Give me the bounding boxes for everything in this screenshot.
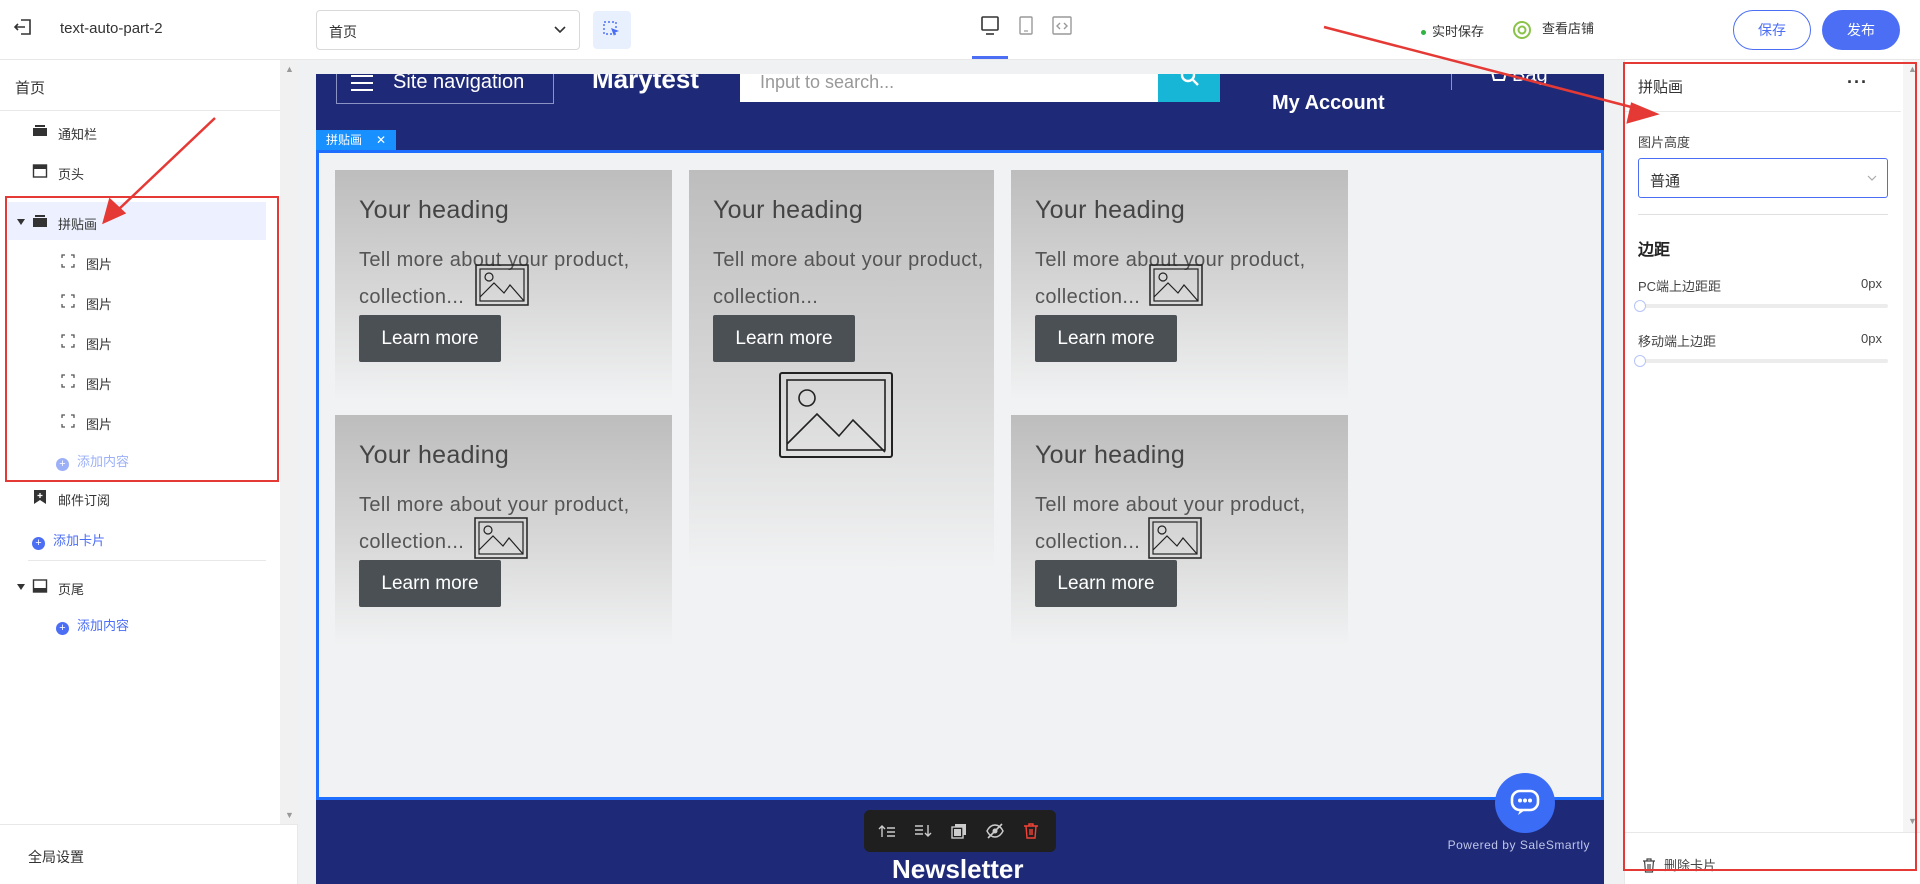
card-heading: Your heading [713, 196, 864, 224]
caret-down-icon [17, 584, 25, 590]
chat-icon [1510, 789, 1540, 815]
tree-item-footer[interactable]: 页尾 [0, 567, 266, 605]
cart-icon [1491, 74, 1507, 81]
tree-item-label: 通知栏 [58, 127, 98, 142]
tablet-view-icon[interactable] [1014, 14, 1038, 38]
autosave-label: 实时保存 [1432, 24, 1485, 39]
active-device-indicator [972, 56, 1008, 59]
image-placeholder-icon [1148, 517, 1202, 559]
search-placeholder: Input to search... [760, 74, 895, 92]
learn-more-button[interactable]: Learn more [713, 315, 855, 362]
card-heading: Your heading [359, 441, 510, 469]
tree-item-newsletter[interactable]: 邮件订阅 [0, 478, 266, 516]
learn-more-button[interactable]: Learn more [1035, 560, 1177, 607]
annotation-highlight-box [1623, 62, 1917, 871]
image-placeholder-icon [474, 517, 528, 559]
add-content-label: 添加内容 [77, 618, 130, 633]
hamburger-icon [351, 75, 373, 96]
desktop-view-icon[interactable] [978, 14, 1002, 38]
collage-card[interactable]: Your heading Tell more about your produc… [1011, 415, 1348, 645]
bookmark-icon [34, 490, 46, 504]
scroll-down-icon[interactable]: ▼ [285, 810, 294, 820]
section-tag-label: 拼贴画 [326, 133, 363, 147]
my-account-link[interactable]: My Account [1272, 92, 1385, 115]
store-search-input[interactable]: Input to search... [740, 74, 1158, 102]
collage-card[interactable]: Your heading Tell more about your produc… [689, 170, 994, 570]
divider [0, 110, 280, 111]
select-element-button[interactable] [593, 11, 631, 49]
close-icon[interactable]: ✕ [376, 130, 386, 150]
page-title: 首页 [15, 80, 46, 97]
view-store-link[interactable]: 查看店铺 [1512, 18, 1594, 40]
global-settings-label: 全局设置 [28, 849, 84, 865]
card-heading: Your heading [1035, 196, 1186, 224]
image-placeholder-icon [779, 372, 893, 458]
view-store-label: 查看店铺 [1542, 21, 1595, 36]
top-bar: text-auto-part-2 首页 实时保存 查看店铺 保存 发布 [0, 0, 1920, 60]
pointer-select-icon [603, 21, 619, 36]
add-card-label: 添加卡片 [53, 533, 106, 548]
collage-card[interactable]: Your heading Tell more about your produc… [335, 415, 672, 645]
scroll-up-icon[interactable]: ▲ [285, 64, 294, 74]
learn-more-button[interactable]: Learn more [359, 315, 501, 362]
store-search-button[interactable] [1158, 74, 1220, 102]
tree-item-label: 页头 [58, 167, 85, 182]
code-view-icon[interactable] [1050, 14, 1074, 38]
status-dot-icon [1421, 30, 1426, 36]
image-placeholder-icon [475, 264, 529, 306]
footer-icon [32, 579, 48, 593]
image-placeholder-icon [1149, 264, 1203, 306]
newsletter-title: Newsletter [892, 854, 1024, 884]
section-tag[interactable]: 拼贴画 ✕ [316, 130, 396, 150]
preview-canvas: Site navigation Marytest Input to search… [298, 60, 1624, 884]
sidebar-scrollbar[interactable]: ▲ ▼ [280, 60, 298, 824]
autosave-status: 实时保存 [1421, 21, 1484, 40]
powered-by-text: Powered by SaleSmartly [1447, 838, 1590, 852]
move-down-icon[interactable] [914, 822, 932, 840]
site-header[interactable]: Site navigation Marytest Input to search… [316, 74, 1604, 150]
chevron-down-icon [554, 26, 566, 34]
footer-add-content-link[interactable]: + 添加内容 [56, 615, 129, 635]
plus-icon: + [56, 622, 69, 635]
move-up-icon[interactable] [878, 822, 896, 840]
page-select-value: 首页 [329, 24, 357, 40]
app-title: text-auto-part-2 [60, 20, 163, 37]
tree-item-announcement[interactable]: 通知栏 [0, 112, 266, 150]
tree-item-label: 页尾 [58, 582, 85, 597]
header-divider [1451, 74, 1452, 90]
collage-section[interactable]: Your heading Tell more about your produc… [316, 150, 1604, 800]
store-brand: Marytest [592, 74, 699, 94]
collage-card[interactable]: Your heading Tell more about your produc… [1011, 170, 1348, 400]
site-navigation-label: Site navigation [393, 74, 525, 93]
chat-button[interactable] [1495, 773, 1555, 833]
site-navigation-button[interactable]: Site navigation [336, 74, 554, 104]
plus-icon: + [32, 537, 45, 550]
card-heading: Your heading [359, 196, 510, 224]
bag-link[interactable]: Bag [1512, 74, 1548, 87]
page-select[interactable]: 首页 [316, 10, 580, 50]
learn-more-button[interactable]: Learn more [359, 560, 501, 607]
header-icon [32, 164, 48, 178]
collage-card[interactable]: Your heading Tell more about your produc… [335, 170, 672, 400]
bar-icon [33, 125, 47, 136]
learn-more-button[interactable]: Learn more [1035, 315, 1177, 362]
card-heading: Your heading [1035, 441, 1186, 469]
tree-item-header[interactable]: 页头 [0, 152, 266, 190]
eye-icon [1512, 20, 1532, 40]
section-toolbar [864, 810, 1056, 852]
hide-icon[interactable] [986, 822, 1004, 840]
global-settings[interactable]: 全局设置 [0, 824, 298, 884]
save-button[interactable]: 保存 [1733, 10, 1811, 50]
search-icon [1180, 74, 1199, 86]
delete-icon[interactable] [1022, 822, 1040, 840]
annotation-highlight-box [5, 196, 279, 482]
publish-button[interactable]: 发布 [1822, 10, 1900, 50]
card-text: Tell more about your product, collection… [713, 249, 984, 308]
tree-item-label: 邮件订阅 [58, 493, 111, 508]
add-card-link[interactable]: + 添加卡片 [32, 530, 105, 550]
duplicate-icon[interactable] [950, 822, 968, 840]
exit-icon[interactable] [12, 16, 34, 38]
divider [28, 560, 266, 561]
